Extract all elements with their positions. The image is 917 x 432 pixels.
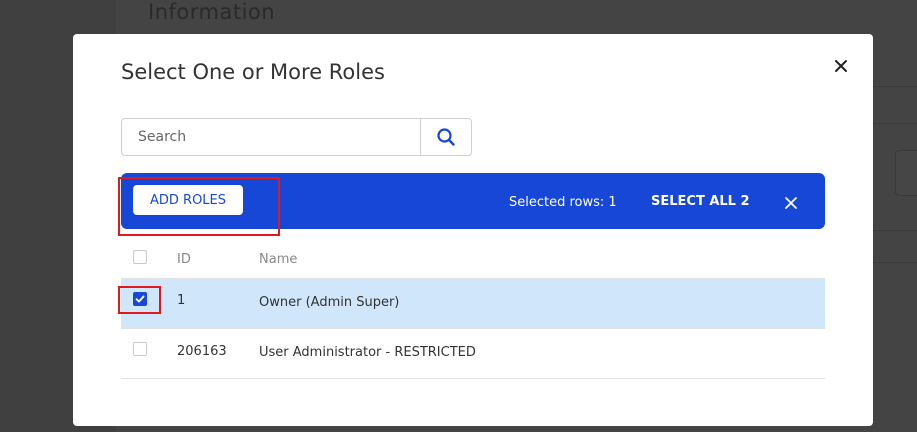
select-all-button[interactable]: SELECT ALL 2 xyxy=(651,194,750,209)
background-divider xyxy=(873,86,917,87)
row-id: 206163 xyxy=(177,344,227,359)
background-divider xyxy=(873,123,917,124)
modal-title: Select One or More Roles xyxy=(121,60,385,84)
highlight-box-checkbox xyxy=(118,286,161,314)
background-title: Information xyxy=(148,0,276,24)
table-row[interactable]: 206163 User Administrator - RESTRICTED xyxy=(121,329,825,379)
row-name: Owner (Admin Super) xyxy=(259,295,400,310)
table-row[interactable]: 1 Owner (Admin Super) xyxy=(121,279,825,329)
column-header-id: ID xyxy=(177,252,191,267)
background-button xyxy=(895,150,917,196)
row-checkbox[interactable] xyxy=(133,342,147,356)
close-icon[interactable] xyxy=(831,56,851,76)
search-input[interactable] xyxy=(122,119,420,155)
role-select-modal: Select One or More Roles ADD ROLES Selec… xyxy=(73,34,873,426)
row-id: 1 xyxy=(177,293,186,308)
background-divider xyxy=(873,262,917,263)
table-header: ID Name xyxy=(121,241,825,279)
row-name: User Administrator - RESTRICTED xyxy=(259,345,476,360)
column-header-name: Name xyxy=(259,252,298,267)
background-divider xyxy=(873,230,917,231)
clear-selection-icon[interactable] xyxy=(784,195,798,209)
search-box xyxy=(121,118,472,156)
search-icon xyxy=(437,128,455,146)
highlight-box-add-roles xyxy=(118,177,280,236)
selected-rows-count: Selected rows: 1 xyxy=(509,195,617,210)
search-button[interactable] xyxy=(420,119,471,155)
select-all-checkbox[interactable] xyxy=(133,250,147,264)
roles-table: ID Name 1 Owner (Admin Super) 206163 Use… xyxy=(121,241,825,379)
